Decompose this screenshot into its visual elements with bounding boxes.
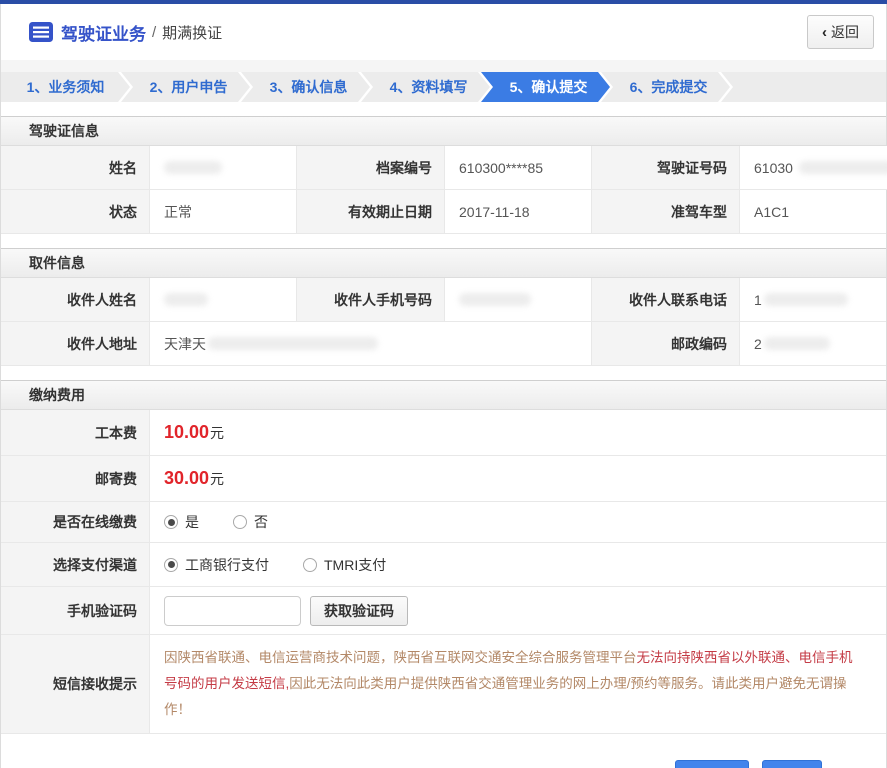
recipient-mobile-label: 收件人手机号码: [296, 278, 444, 322]
redacted-blur: [763, 337, 830, 350]
name-label: 姓名: [1, 146, 149, 190]
recipient-phone-value: 1: [739, 278, 886, 322]
postage-unit: 元: [210, 470, 225, 487]
step-wizard: 1、业务须知 2、用户申告 3、确认信息 4、资料填写 5、确认提交 6、完成提…: [1, 72, 886, 102]
expiry-label: 有效期止日期: [296, 190, 444, 234]
redacted-blur: [208, 337, 378, 350]
step-6-complete-submit[interactable]: 6、完成提交: [601, 72, 730, 102]
step-3-confirm-info[interactable]: 3、确认信息: [241, 72, 370, 102]
postage-amount: 30.00: [164, 468, 210, 488]
work-fee-unit: 元: [210, 424, 225, 441]
sms-tip-text: 因陕西省联通、电信运营商技术问题，陕西省互联网交通安全综合服务管理平台无法向持陕…: [149, 635, 886, 734]
expiry-value: 2017-11-18: [444, 190, 591, 234]
redacted-blur: [763, 293, 848, 306]
get-sms-code-button[interactable]: 获取验证码: [310, 595, 408, 626]
sms-tip-label: 短信接收提示: [1, 635, 149, 734]
status-value: 正常: [149, 190, 296, 234]
sms-code-row: 手机验证码 获取验证码: [1, 587, 886, 635]
channel-tmri-label: TMRI支付: [324, 556, 387, 573]
menu-list-icon: [29, 22, 53, 42]
pay-channel-row: 选择支付渠道 工商银行支付 TMRI支付: [1, 543, 886, 587]
work-fee-value: 10.00 元: [149, 410, 886, 456]
online-pay-yes-label: 是: [185, 514, 199, 530]
step-5-confirm-submit[interactable]: 5、确认提交: [481, 72, 610, 102]
footer-actions: 上一步 完成: [1, 734, 886, 768]
breadcrumb-separator: /: [152, 23, 157, 41]
sms-tip-row: 短信接收提示 因陕西省联通、电信运营商技术问题，陕西省互联网交通安全综合服务管理…: [1, 635, 886, 734]
sms-code-input[interactable]: [164, 595, 301, 626]
online-pay-yes-option[interactable]: 是: [164, 512, 199, 532]
online-pay-label: 是否在线缴费: [1, 502, 149, 543]
license-info-section-title: 驾驶证信息: [1, 116, 886, 146]
sms-code-field-area: 获取验证码: [149, 587, 886, 635]
recipient-mobile-value: [444, 278, 591, 322]
postage-value: 30.00 元: [149, 456, 886, 502]
finish-button[interactable]: 完成: [762, 760, 822, 768]
work-fee-row: 工本费 10.00 元: [1, 410, 886, 456]
channel-icbc-option[interactable]: 工商银行支付: [164, 555, 269, 575]
file-no-label: 档案编号: [296, 146, 444, 190]
status-label: 状态: [1, 190, 149, 234]
back-button[interactable]: ‹ 返回: [807, 15, 874, 49]
payment-section-title: 缴纳费用: [1, 380, 886, 410]
back-button-label: 返回: [831, 24, 859, 40]
radio-unchecked-icon[interactable]: [303, 557, 317, 572]
license-info-row-1: 姓名 档案编号 610300****85 驾驶证号码 61030: [1, 146, 887, 190]
file-no-value: 610300****85: [444, 146, 591, 190]
page-title: 驾驶证业务: [61, 24, 146, 44]
breadcrumb-current: 期满换证: [162, 24, 223, 42]
recipient-name-value: [149, 278, 296, 322]
page-header: 驾驶证业务 / 期满换证 ‹ 返回: [1, 4, 886, 60]
step-4-fill-data[interactable]: 4、资料填写: [361, 72, 490, 102]
redacted-blur: [164, 293, 208, 306]
channel-icbc-label: 工商银行支付: [185, 556, 269, 573]
header-divider-band: [1, 60, 886, 72]
redacted-blur: [798, 161, 887, 174]
redacted-blur: [164, 161, 222, 174]
online-pay-no-option[interactable]: 否: [233, 512, 268, 532]
license-no-label: 驾驶证号码: [591, 146, 739, 190]
vehicle-class-value: A1C1: [739, 190, 886, 234]
step-2-user-declaration[interactable]: 2、用户申告: [121, 72, 250, 102]
postal-code-label: 邮政编码: [591, 322, 739, 366]
work-fee-amount: 10.00: [164, 422, 210, 442]
license-info-row-2: 状态 正常 有效期止日期 2017-11-18 准驾车型 A1C1: [1, 190, 886, 234]
recipient-address-value: 天津天: [149, 322, 591, 366]
recipient-phone-label: 收件人联系电话: [591, 278, 739, 322]
work-fee-label: 工本费: [1, 410, 149, 456]
sms-code-label: 手机验证码: [1, 587, 149, 635]
pay-channel-label: 选择支付渠道: [1, 543, 149, 587]
radio-checked-icon[interactable]: [164, 515, 178, 529]
content-card: 驾驶证业务 / 期满换证 ‹ 返回 1、业务须知 2、用户申告 3、确认信息 4…: [0, 4, 887, 768]
online-pay-row: 是否在线缴费 是 否: [1, 502, 886, 543]
recipient-address-label: 收件人地址: [1, 322, 149, 366]
redacted-blur: [459, 293, 531, 306]
online-pay-no-label: 否: [254, 514, 268, 530]
name-value: [149, 146, 296, 190]
previous-step-button[interactable]: 上一步: [675, 760, 749, 768]
pay-channel-options: 工商银行支付 TMRI支付: [149, 543, 886, 587]
postage-fee-row: 邮寄费 30.00 元: [1, 456, 886, 502]
online-pay-options: 是 否: [149, 502, 886, 543]
step-1-business-notice[interactable]: 1、业务须知: [1, 72, 130, 102]
vehicle-class-label: 准驾车型: [591, 190, 739, 234]
pickup-info-section-title: 取件信息: [1, 248, 886, 278]
channel-tmri-option[interactable]: TMRI支付: [303, 555, 386, 575]
license-no-value: 61030: [739, 146, 887, 190]
radio-unchecked-icon[interactable]: [233, 515, 247, 529]
recipient-name-label: 收件人姓名: [1, 278, 149, 322]
postage-label: 邮寄费: [1, 456, 149, 502]
step-bar-filler: [721, 72, 886, 102]
pickup-info-row-2: 收件人地址 天津天 邮政编码 2: [1, 322, 886, 366]
pickup-info-row-1: 收件人姓名 收件人手机号码 收件人联系电话 1: [1, 278, 886, 322]
radio-checked-icon[interactable]: [164, 557, 178, 572]
postal-code-value: 2: [739, 322, 886, 366]
sms-tip-part1: 因陕西省联通、电信运营商技术问题，陕西省互联网交通安全综合服务管理平台: [164, 650, 637, 665]
chevron-left-icon: ‹: [822, 23, 827, 41]
